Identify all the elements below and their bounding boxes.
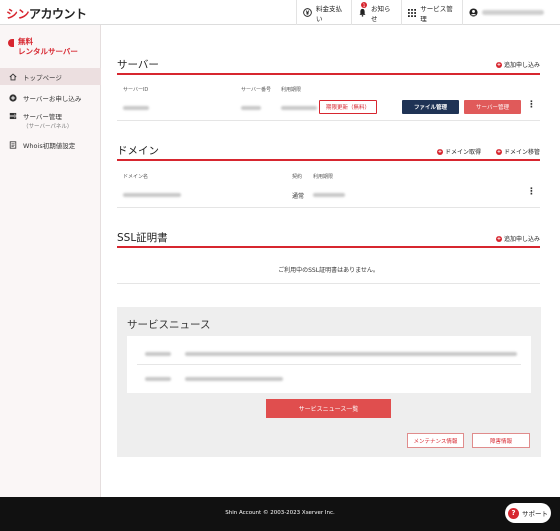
renew-button[interactable]: 期限更新（無料） [319,100,377,114]
sidebar-item-top-page[interactable]: トップページ [0,68,101,85]
payment-link[interactable]: 料金支払い [296,0,351,25]
news-item-redacted[interactable] [185,377,283,381]
server-icon [9,112,17,120]
service-news-list-button[interactable]: サービスニュース一覧 [266,399,391,418]
bell-icon: 1 [358,2,367,17]
yen-icon [303,8,312,17]
plus-icon: + [437,148,443,155]
plus-icon: + [495,148,502,155]
payment-label: 料金支払い [316,4,342,23]
support-button[interactable]: ? サポート [505,503,551,523]
server-more-icon[interactable]: ⋮ [527,100,536,110]
account-menu[interactable] [462,0,560,25]
domain-acquire-link[interactable]: + ドメイン取得 [437,147,481,156]
failure-info-button[interactable]: 障害情報 [472,433,530,448]
ssl-section-title: SSL証明書 [117,232,168,244]
notifications-link[interactable]: 1 お知らせ [351,0,401,25]
notification-badge: 1 [361,2,367,8]
notifications-label: お知らせ [371,4,391,23]
question-icon: ? [508,507,519,519]
server-id-redacted [123,106,149,110]
main-content: サーバー + 追加申し込み サーバーID サーバー番号 利用期限 期限更新（無料… [101,25,560,497]
sidebar-item-sublabel: （サーバーパネル） [23,124,73,130]
ssl-empty-message: ご利用中のSSL証明書はありません。 [278,267,379,274]
server-add-link-label: 追加申し込み [503,62,540,69]
brand-line-2: レンタルサーバー [18,47,78,56]
news-date-redacted [145,377,171,381]
domain-row-divider [117,207,540,208]
server-col-expiry: 利用期限 [281,87,302,93]
domain-acquire-link-label: ドメイン取得 [445,149,482,156]
server-row-divider [117,120,540,121]
brand-line-1: 無料 [18,37,33,46]
news-divider [137,364,521,365]
ssl-add-link-label: 追加申し込み [503,236,540,243]
sidebar: 無料 レンタルサーバー トップページ サーバーお申し込み サーバー管理 （サーバ… [0,25,101,497]
sidebar-item-server-application[interactable]: サーバーお申し込み [0,92,101,104]
service-news-list [127,336,531,393]
domain-section-header: ドメイン + ドメイン取得 + ドメイン移管 [117,141,540,161]
account-name-redacted [482,10,544,15]
maintenance-info-button[interactable]: メンテナンス情報 [407,433,464,448]
home-icon [9,72,17,81]
domain-transfer-link[interactable]: + ドメイン移管 [495,147,540,156]
ssl-row-divider [117,283,540,284]
service-news-panel: サービスニュース サービスニュース一覧 メンテナンス情報 障害情報 [117,307,541,457]
domain-contract-value: 通常 [292,193,305,200]
domain-transfer-link-label: ドメイン移管 [503,149,540,156]
server-number-redacted [241,106,261,110]
file-manager-button[interactable]: ファイル管理 [402,100,459,114]
domain-name-redacted [123,193,181,197]
shin-account-logo[interactable]: シンアカウント [6,5,87,22]
plus-icon: + [495,235,502,242]
plus-circle-icon [9,94,17,102]
domain-section-title: ドメイン [117,145,159,157]
server-section-title: サーバー [117,59,159,71]
sidebar-item-label: Whois初期値設定 [23,142,76,150]
sidebar-item-label: サーバーお申し込み [23,95,82,103]
sidebar-brand[interactable]: 無料 レンタルサーバー [8,37,78,57]
logo-red-text: シン [6,7,30,21]
server-section-header: サーバー + 追加申し込み [117,55,540,75]
news-date-redacted [145,352,171,356]
footer: Shin Account © 2003-2023 Xserver Inc. ? … [0,497,560,531]
grid-icon [408,8,417,17]
server-add-link[interactable]: + 追加申し込み [495,60,540,69]
server-col-number: サーバー番号 [241,87,271,93]
domain-col-contract: 契約 [292,174,303,180]
sidebar-item-label: サーバー管理 [23,113,62,121]
support-label: サポート [522,510,548,518]
copyright-text: Shin Account © 2003-2023 Xserver Inc. [225,510,335,516]
plus-icon: + [495,61,502,68]
server-col-id: サーバーID [123,87,149,93]
document-icon [9,141,17,149]
news-item-redacted[interactable] [185,352,517,356]
domain-expiry-redacted [313,193,345,197]
server-manager-button[interactable]: サーバー管理 [464,100,521,114]
domain-col-expiry: 利用期限 [313,174,334,180]
domain-more-icon[interactable]: ⋮ [527,187,536,197]
service-news-title: サービスニュース [127,319,211,331]
server-expiry-redacted [281,106,317,110]
sidebar-item-server-management[interactable]: サーバー管理 （サーバーパネル） [0,111,101,131]
ssl-add-link[interactable]: + 追加申し込み [495,234,540,243]
sidebar-item-whois[interactable]: Whois初期値設定 [0,139,101,151]
logo-dark-text: アカウント [29,7,87,21]
top-header: シンアカウント 料金支払い 1 お知らせ サービス管理 [0,0,560,25]
sidebar-item-label: トップページ [23,73,62,82]
ssl-section-header: SSL証明書 + 追加申し込み [117,229,540,248]
service-management-link[interactable]: サービス管理 [401,0,462,25]
service-management-label: サービス管理 [420,4,453,23]
brand-mark-icon [8,39,14,47]
user-icon [469,8,478,17]
domain-col-name: ドメイン名 [123,174,149,180]
